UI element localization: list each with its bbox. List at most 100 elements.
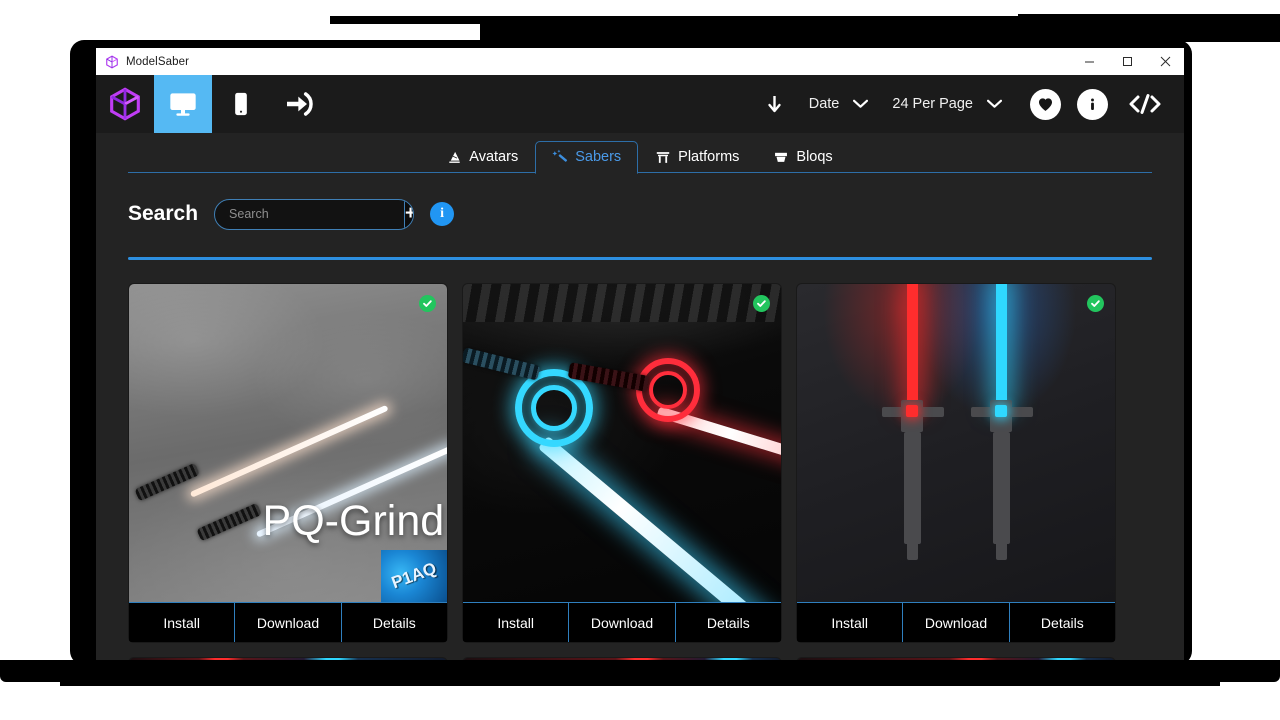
monitor-icon <box>170 93 196 116</box>
saber-blade <box>189 404 389 498</box>
search-control: + <box>214 198 415 230</box>
magic-wand-icon <box>552 149 568 162</box>
saber-guard-inner <box>531 385 577 431</box>
search-row: Search + i <box>128 191 1152 237</box>
check-icon <box>757 300 766 307</box>
tab-avatars[interactable]: Avatars <box>430 141 535 174</box>
model-card-grid: PQ-Grind P1AQ Install Download Details I… <box>96 260 1184 665</box>
tab-sabers[interactable]: Sabers <box>535 141 639 174</box>
download-button[interactable]: Download <box>902 603 1008 642</box>
install-button[interactable]: Install <box>797 603 902 642</box>
check-icon <box>1091 300 1100 307</box>
phone-icon <box>235 92 247 116</box>
model-card[interactable]: Install Download Details <box>462 283 782 643</box>
torii-gate-icon <box>656 151 670 163</box>
card-actions: Install Download Details <box>463 602 781 642</box>
search-input[interactable] <box>215 199 405 229</box>
saber-preview-art <box>797 284 1115 602</box>
saber-guard-inner <box>649 371 687 409</box>
sort-by-value: Date <box>808 96 840 112</box>
saber-blade <box>537 435 771 602</box>
saber-hilt <box>463 347 541 381</box>
favorites-button[interactable] <box>1030 88 1061 120</box>
install-button[interactable]: Install <box>129 603 234 642</box>
tab-sabers-label: Sabers <box>575 149 622 165</box>
search-section: Search + i <box>96 173 1184 260</box>
saber-gem <box>995 405 1007 417</box>
tabs-list: Avatars Sabers Platforms Bloqs <box>430 140 849 174</box>
verified-badge <box>419 295 436 312</box>
card-thumbnail[interactable] <box>797 284 1115 602</box>
card-thumbnail[interactable]: PQ-Grind P1AQ <box>129 284 447 602</box>
maximize-icon[interactable] <box>1108 48 1146 75</box>
search-label: Search <box>128 202 199 225</box>
per-page-value: 24 Per Page <box>892 96 973 112</box>
info-button[interactable] <box>1077 88 1108 120</box>
close-icon[interactable] <box>1146 48 1184 75</box>
card-thumbnail[interactable] <box>463 284 781 602</box>
window-titlebar: ModelSaber <box>96 48 1184 75</box>
saber-blade <box>996 284 1007 405</box>
window-controls <box>1070 48 1184 75</box>
install-button[interactable]: Install <box>463 603 568 642</box>
cavern-ceiling <box>463 284 781 322</box>
sort-by-dropdown[interactable]: Date <box>797 96 881 112</box>
download-button[interactable]: Download <box>234 603 340 642</box>
details-button[interactable]: Details <box>674 603 781 642</box>
card-title: PQ-Grind <box>262 497 445 545</box>
saber-hilt <box>134 462 200 502</box>
saber-hilt <box>993 432 1010 544</box>
avatar-hat-icon <box>449 151 461 163</box>
model-card[interactable]: PQ-Grind P1AQ Install Download Details <box>128 283 448 643</box>
heart-icon <box>1038 97 1053 111</box>
saber-pommel <box>996 542 1007 560</box>
login-arrow-icon <box>287 92 313 116</box>
chevron-down-icon <box>987 99 1002 108</box>
saber-blade <box>907 284 918 405</box>
app-window-content: ModelSaber Date 24 Per Page Avatars Sabe… <box>96 48 1184 665</box>
app-window: ModelSaber Date 24 Per Page Avatars Sabe… <box>70 40 1192 665</box>
tab-platforms[interactable]: Platforms <box>638 141 756 174</box>
login-button[interactable] <box>270 75 328 133</box>
toolbar-left-group <box>96 75 328 133</box>
model-card[interactable]: Install Download Details <box>796 283 1116 643</box>
desktop-page: ModelSaber Date 24 Per Page Avatars Sabe… <box>0 0 1280 720</box>
window-title: ModelSaber <box>126 55 190 68</box>
frame-strip-bottom-2 <box>60 676 1220 686</box>
category-tabs: Avatars Sabers Platforms Bloqs <box>96 133 1184 174</box>
card-actions: Install Download Details <box>797 602 1115 642</box>
sort-direction-button[interactable] <box>752 94 797 114</box>
search-info-button[interactable]: i <box>430 202 455 226</box>
code-brackets-icon <box>1129 94 1161 114</box>
main-toolbar: Date 24 Per Page <box>96 75 1184 133</box>
desktop-mode-button[interactable] <box>154 75 212 133</box>
minimize-icon[interactable] <box>1070 48 1108 75</box>
arrow-down-icon <box>768 96 781 113</box>
author-badge: P1AQ <box>381 550 447 602</box>
details-button[interactable]: Details <box>340 603 447 642</box>
block-box-icon <box>775 152 788 162</box>
card-actions: Install Download Details <box>129 602 447 642</box>
tab-bloqs[interactable]: Bloqs <box>756 141 849 174</box>
tab-platforms-label: Platforms <box>678 149 740 165</box>
frame-strip-top-right <box>1020 14 1280 28</box>
saber-hilt <box>904 432 921 544</box>
download-button[interactable]: Download <box>568 603 674 642</box>
saber-gem <box>906 405 918 417</box>
verified-badge <box>753 295 770 312</box>
info-icon <box>1091 98 1094 110</box>
saber-hilt <box>196 502 262 542</box>
mobile-mode-button[interactable] <box>212 75 270 133</box>
per-page-dropdown[interactable]: 24 Per Page <box>880 96 1014 112</box>
details-button[interactable]: Details <box>1008 603 1115 642</box>
chevron-down-icon <box>853 99 869 108</box>
toolbar-right-group: Date 24 Per Page <box>752 88 1162 120</box>
saber-pommel <box>907 542 918 560</box>
cube-logo-icon <box>110 87 140 121</box>
author-badge-label: P1AQ <box>388 558 439 593</box>
titlebar-left: ModelSaber <box>96 54 190 69</box>
source-code-button[interactable] <box>1128 92 1162 116</box>
add-search-term-button[interactable]: + <box>404 199 414 229</box>
tab-avatars-label: Avatars <box>469 149 519 165</box>
brand-cube-button[interactable] <box>96 75 154 133</box>
